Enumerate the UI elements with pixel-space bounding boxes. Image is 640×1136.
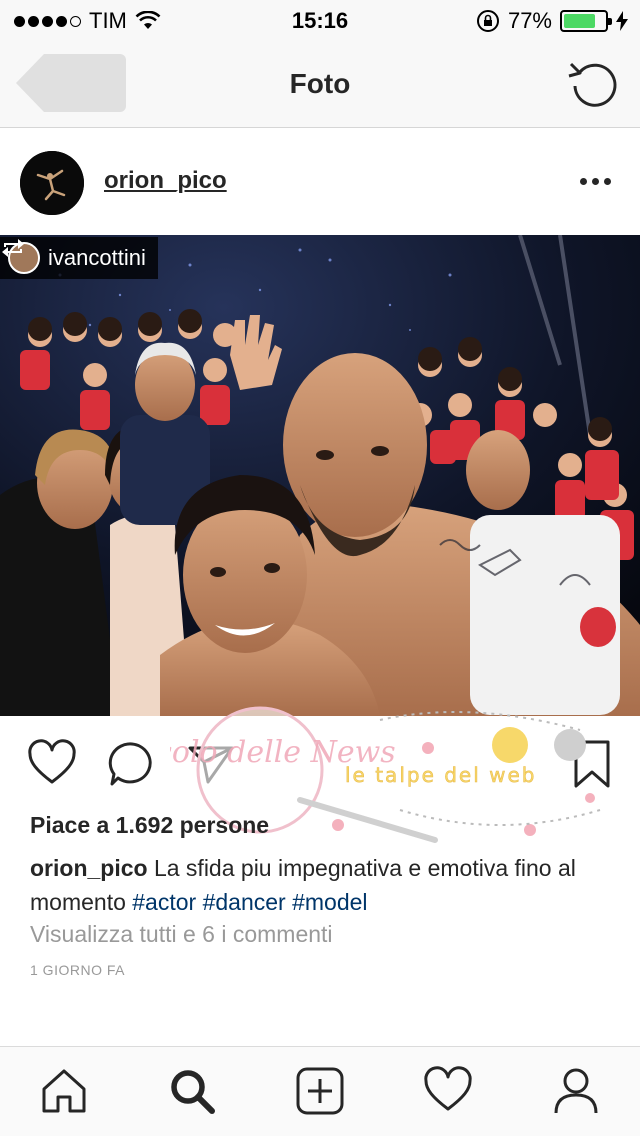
bookmark-icon[interactable] [568, 738, 616, 790]
action-bar [0, 730, 640, 800]
hashtag[interactable]: #model [292, 889, 367, 915]
like-heart-icon[interactable] [26, 738, 78, 790]
view-all-comments-link[interactable]: Visualizza tutti e 6 i commenti [30, 921, 333, 948]
post-header: orion_pico [0, 129, 640, 235]
battery-icon [560, 10, 612, 32]
post-username[interactable]: orion_pico [104, 167, 227, 195]
nav-bar: Foto [0, 40, 640, 128]
comment-icon[interactable] [106, 738, 158, 790]
tab-bar [0, 1046, 640, 1136]
refresh-icon[interactable] [568, 58, 618, 108]
repost-icon [2, 239, 24, 257]
post-caption: orion_pico La sfida piu impegnativa e em… [30, 851, 620, 919]
more-options-icon[interactable] [580, 169, 616, 193]
hashtag[interactable]: #dancer [203, 889, 286, 915]
repost-badge[interactable]: ivancottini [0, 237, 158, 279]
likes-count[interactable]: Piace a 1.692 persone [30, 812, 269, 839]
add-icon[interactable] [294, 1065, 346, 1117]
post-photo[interactable]: ivancottini [0, 235, 640, 716]
hashtag[interactable]: #actor [132, 889, 196, 915]
orientation-lock-icon [476, 10, 499, 32]
search-icon[interactable] [166, 1065, 218, 1117]
charging-bolt-icon [616, 11, 628, 31]
page-title: Foto [289, 68, 351, 99]
profile-icon[interactable] [550, 1065, 602, 1117]
share-icon[interactable] [186, 738, 238, 790]
dancer-avatar-image [20, 151, 84, 215]
status-right: 77% [476, 8, 628, 34]
post-timestamp: 1 GIORNO FA [30, 962, 125, 978]
avatar[interactable] [20, 151, 84, 215]
home-icon[interactable] [38, 1065, 90, 1117]
activity-heart-icon[interactable] [422, 1065, 474, 1117]
selfie-photo-image [0, 235, 640, 716]
battery-percent: 77% [507, 8, 552, 33]
caption-username[interactable]: orion_pico [30, 855, 148, 881]
repost-username: ivancottini [48, 245, 146, 270]
status-bar: TIM 15:16 77% [0, 0, 640, 40]
